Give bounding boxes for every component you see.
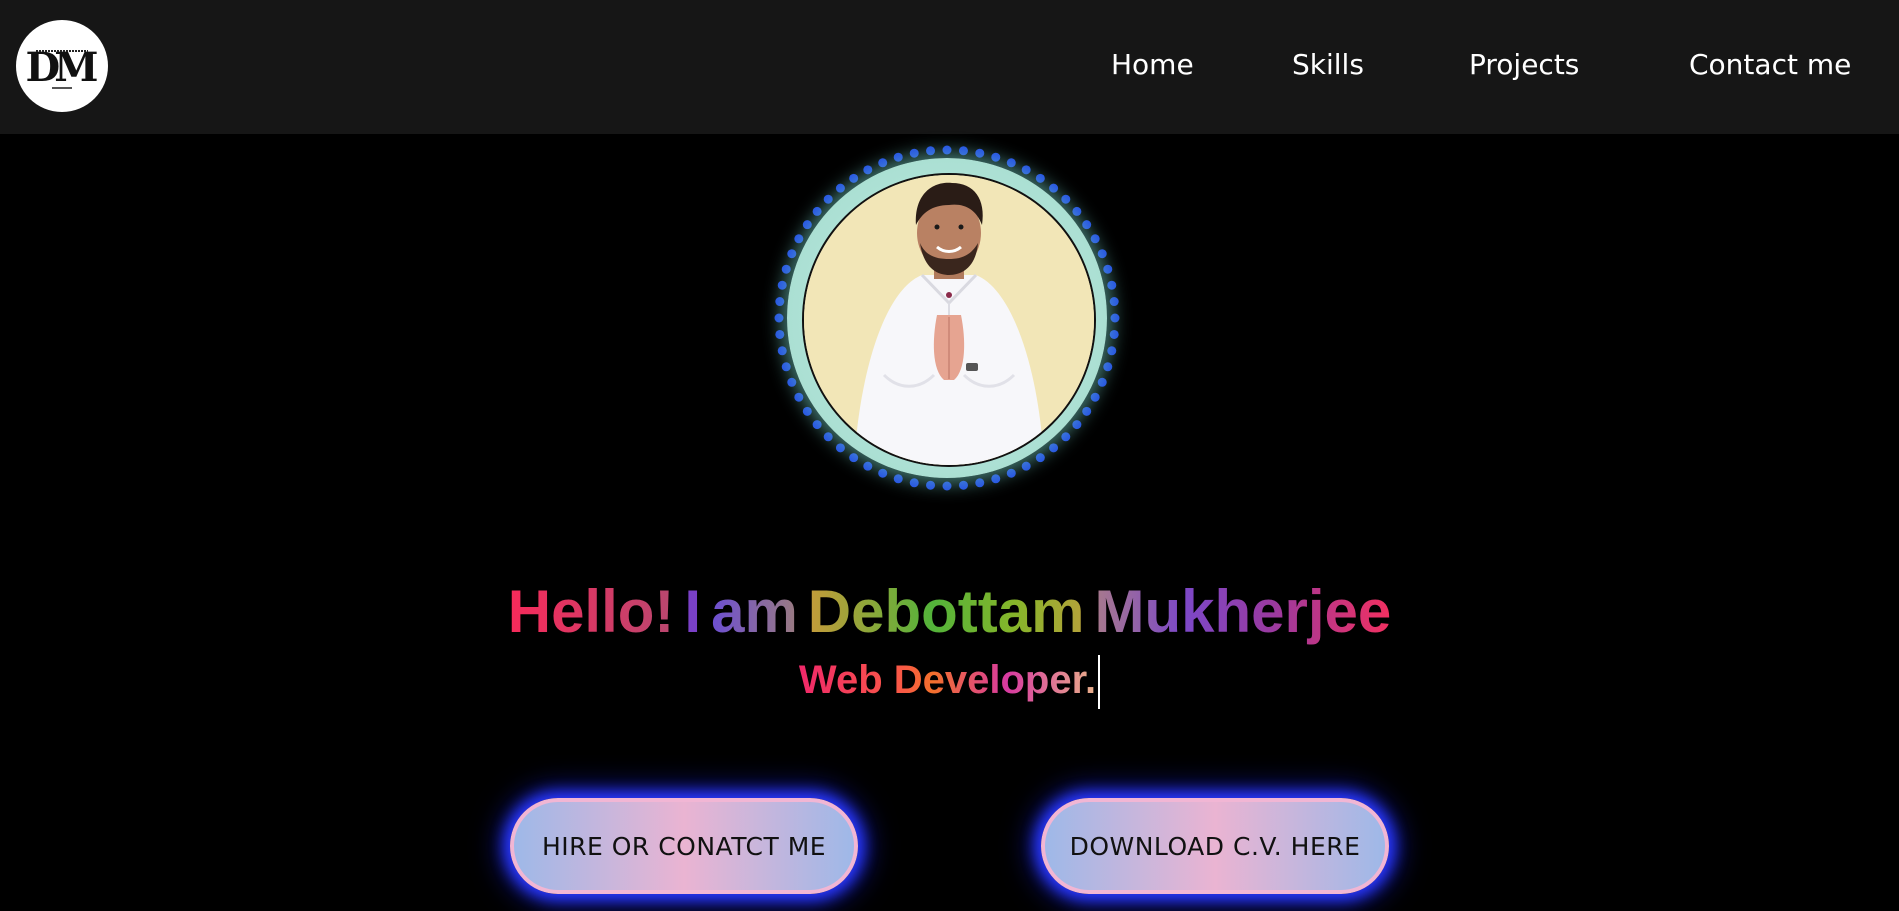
ring-dot bbox=[1035, 173, 1045, 183]
ring-dot bbox=[802, 220, 812, 230]
ring-dot bbox=[774, 313, 784, 323]
ring-dot bbox=[781, 264, 791, 274]
navbar: DM Home Skills Projects Contact me bbox=[0, 0, 1899, 134]
ring-dot bbox=[812, 206, 822, 216]
ring-dot bbox=[1006, 468, 1016, 478]
ring-dot bbox=[775, 329, 785, 339]
nav-link-contact-me[interactable]: Contact me bbox=[1689, 48, 1851, 81]
ring-dot bbox=[926, 480, 936, 490]
ring-dot bbox=[926, 146, 936, 156]
ring-dot bbox=[1097, 377, 1107, 387]
ring-dot bbox=[794, 234, 804, 244]
ring-dot bbox=[893, 474, 903, 484]
ring-dot bbox=[1097, 249, 1107, 259]
ring-dot bbox=[1061, 194, 1071, 204]
download-cv-button[interactable]: DOWNLOAD C.V. HERE bbox=[1041, 798, 1389, 894]
ring-dot bbox=[958, 146, 968, 156]
ring-dot bbox=[975, 148, 985, 158]
ring-dot bbox=[1103, 264, 1113, 274]
headline-word-first-name: Debottam bbox=[808, 576, 1085, 648]
profile-photo-frame bbox=[773, 144, 1121, 492]
ring-dot bbox=[975, 478, 985, 488]
hire-contact-button[interactable]: HIRE OR CONATCT ME bbox=[510, 798, 858, 894]
ring-dot bbox=[863, 165, 873, 175]
nav-link-skills[interactable]: Skills bbox=[1292, 48, 1364, 81]
ring-dot bbox=[909, 148, 919, 158]
ring-dot bbox=[1082, 406, 1092, 416]
ring-dot bbox=[849, 173, 859, 183]
hero-headline: Hello! Iam Debottam Mukherjee bbox=[0, 576, 1899, 648]
ring-dot bbox=[1049, 183, 1059, 193]
ring-dot bbox=[1109, 329, 1119, 339]
ring-dot bbox=[878, 468, 888, 478]
nav-menu: Home Skills Projects Contact me bbox=[0, 0, 1899, 134]
ring-dot bbox=[1072, 206, 1082, 216]
ring-dot bbox=[893, 152, 903, 162]
headline-word-am: am bbox=[711, 576, 798, 648]
ring-dot bbox=[835, 443, 845, 453]
ring-dot bbox=[777, 280, 787, 290]
typing-caret bbox=[1098, 655, 1101, 710]
headline-word-last-name: Mukherjee bbox=[1094, 576, 1391, 648]
ring-dot bbox=[849, 453, 859, 463]
ring-dot bbox=[1006, 158, 1016, 168]
ring-dot bbox=[835, 183, 845, 193]
ring-dot bbox=[1103, 362, 1113, 372]
ring-dot bbox=[942, 145, 952, 155]
ring-dot bbox=[1061, 432, 1071, 442]
ring-dot bbox=[958, 480, 968, 490]
ring-dot bbox=[775, 297, 785, 307]
ring-dot bbox=[787, 249, 797, 259]
ring-dot bbox=[1107, 280, 1117, 290]
portfolio-page: DM Home Skills Projects Contact me Hello… bbox=[0, 0, 1899, 911]
ring-dot bbox=[823, 432, 833, 442]
ring-dot bbox=[812, 420, 822, 430]
ring-dot bbox=[878, 158, 888, 168]
role-typewriter: Web Developer. bbox=[0, 652, 1899, 710]
role-text: Web Developer. bbox=[798, 658, 1097, 702]
ring-dot bbox=[1072, 420, 1082, 430]
nav-link-home[interactable]: Home bbox=[1111, 48, 1194, 81]
ring-dot bbox=[909, 478, 919, 488]
ring-dot bbox=[1082, 220, 1092, 230]
ring-dot bbox=[1110, 313, 1120, 323]
ring-dot bbox=[863, 461, 873, 471]
ring-dot bbox=[1107, 346, 1117, 356]
ring-dot bbox=[1035, 453, 1045, 463]
ring-dot bbox=[777, 346, 787, 356]
ring-dot bbox=[1021, 461, 1031, 471]
headline-word-i: I bbox=[684, 578, 702, 646]
ring-dot bbox=[942, 481, 952, 491]
ring-dot bbox=[1021, 165, 1031, 175]
ring-dot bbox=[781, 362, 791, 372]
ring-dot bbox=[823, 194, 833, 204]
profile-photo bbox=[802, 173, 1096, 467]
ring-dot bbox=[1109, 297, 1119, 307]
ring-dot bbox=[787, 377, 797, 387]
ring-dot bbox=[1090, 392, 1100, 402]
ring-dot bbox=[991, 152, 1001, 162]
ring-dot bbox=[1090, 234, 1100, 244]
nav-link-projects[interactable]: Projects bbox=[1469, 48, 1579, 81]
ring-dot bbox=[1049, 443, 1059, 453]
ring-dot bbox=[991, 474, 1001, 484]
headline-word-hello: Hello! bbox=[508, 576, 675, 648]
ring-dot bbox=[802, 406, 812, 416]
ring-dot bbox=[794, 392, 804, 402]
person-portrait-icon bbox=[804, 175, 1094, 465]
